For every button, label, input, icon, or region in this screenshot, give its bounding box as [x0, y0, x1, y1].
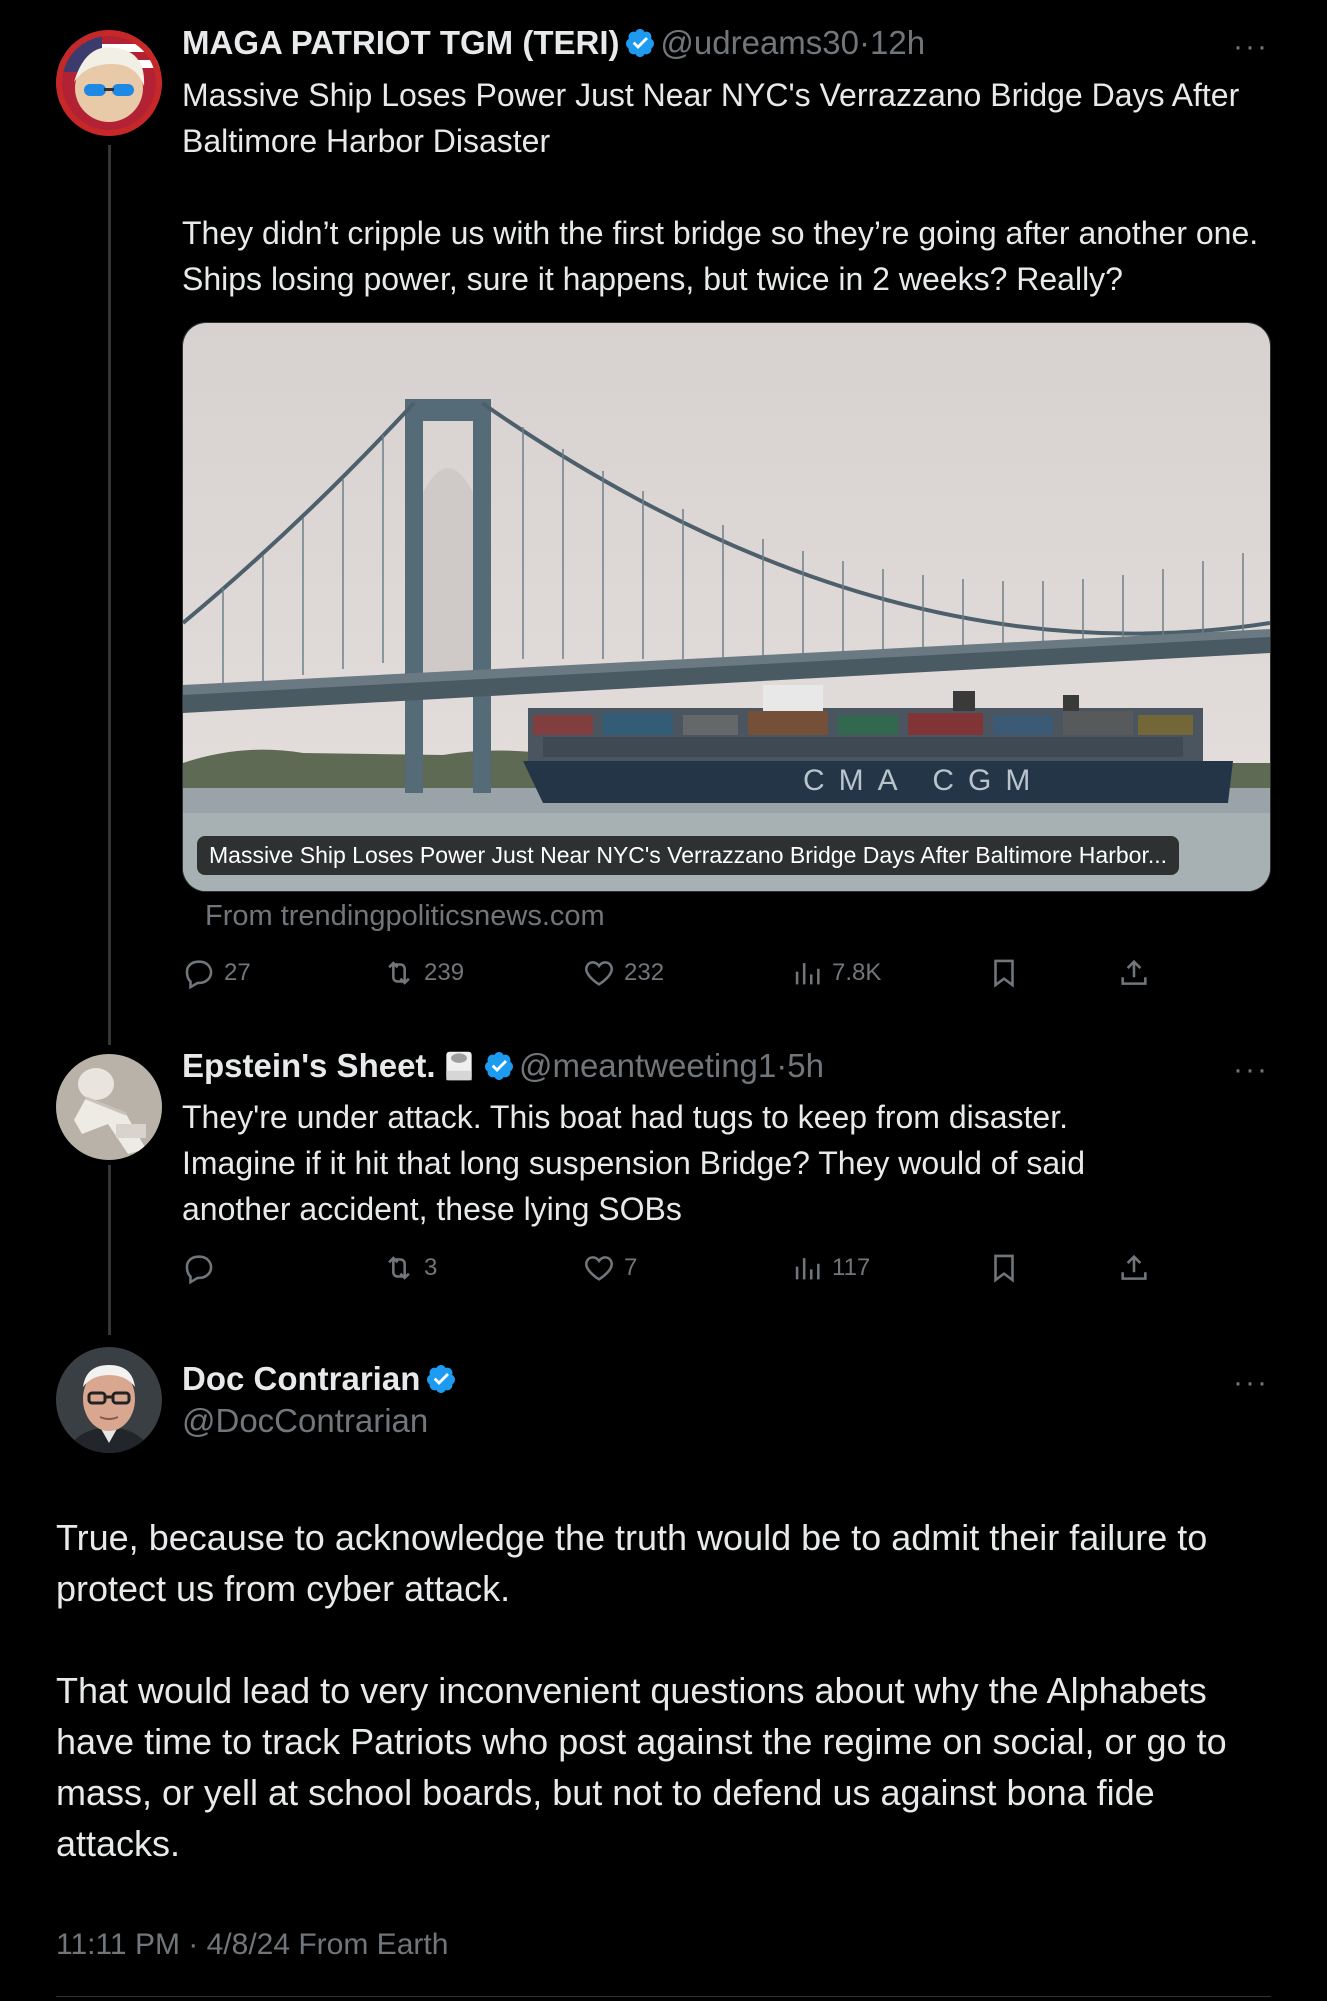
tweet-header: Epstein's Sheet. @meantweeting1·5h: [182, 1047, 824, 1085]
views-chart-icon: [795, 1258, 820, 1280]
main-tweet-text: True, because to acknowledge the truth w…: [56, 1512, 1256, 1869]
author-name[interactable]: Doc Contrarian: [182, 1360, 420, 1397]
author-name[interactable]: MAGA PATRIOT TGM (TERI): [182, 24, 620, 61]
reply-count: 27: [224, 959, 251, 986]
reply-button[interactable]: [182, 1251, 224, 1285]
more-options-icon[interactable]: ···: [1233, 1053, 1269, 1087]
views-button[interactable]: 117: [790, 1251, 870, 1285]
author-handle[interactable]: @DocContrarian: [182, 1402, 428, 1440]
ship-lettering: CMA CGM: [803, 764, 1044, 797]
view-count: 117: [832, 1254, 871, 1281]
thread-connector: [108, 145, 111, 1045]
share-icon: [1121, 1254, 1147, 1280]
main-author: Doc Contrarian: [182, 1360, 457, 1398]
action-bar: 27 239 232 7.8K: [182, 956, 1182, 996]
bookmark-icon: [994, 959, 1014, 988]
view-count: 7.8K: [832, 959, 882, 986]
like-button[interactable]: 232: [582, 956, 664, 990]
verified-badge-icon: [426, 1365, 455, 1393]
link-card-image[interactable]: CMA CGM Massive Ship Loses Power Just Ne…: [182, 322, 1271, 892]
like-button[interactable]: 7: [582, 1251, 637, 1285]
reply-icon: [185, 960, 213, 990]
tweet-text: They're under attack. This boat had tugs…: [182, 1099, 1086, 1227]
post-timestamp[interactable]: 11:11 PM · 4/8/24 From Earth: [56, 1928, 448, 1962]
share-icon: [1121, 959, 1147, 985]
avatar[interactable]: [56, 30, 162, 136]
heart-icon: [585, 1256, 613, 1281]
repost-count: 3: [424, 1254, 438, 1281]
separator: ·: [859, 24, 871, 61]
card-headline[interactable]: Massive Ship Loses Power Just Near NYC's…: [197, 836, 1180, 875]
avatar[interactable]: [56, 1054, 162, 1160]
bookmark-button[interactable]: [987, 1251, 1021, 1285]
share-button[interactable]: [1117, 1251, 1151, 1285]
author-handle[interactable]: @udreams30: [660, 24, 859, 61]
timestamp[interactable]: 12h: [870, 24, 925, 61]
reply-icon: [185, 1255, 213, 1285]
divider: [56, 1996, 1271, 1997]
views-button[interactable]: 7.8K: [790, 956, 881, 990]
repost-icon: [388, 961, 410, 985]
tweet-paragraph: That would lead to very inconvenient que…: [56, 1670, 1227, 1864]
more-options-icon[interactable]: ···: [1233, 1366, 1269, 1400]
reply-button[interactable]: 27: [182, 956, 251, 990]
verified-badge-icon: [625, 29, 654, 57]
bookmark-icon: [994, 1254, 1014, 1283]
repost-count: 239: [424, 959, 465, 986]
timestamp[interactable]: 5h: [787, 1047, 824, 1084]
separator: ·: [776, 1047, 788, 1084]
card-source[interactable]: From trendingpoliticsnews.com: [205, 900, 605, 933]
repost-button[interactable]: 3: [382, 1251, 437, 1285]
like-count: 7: [624, 1254, 638, 1281]
verified-badge-icon: [484, 1052, 513, 1080]
like-count: 232: [624, 959, 665, 986]
tweet-header: MAGA PATRIOT TGM (TERI) @udreams30·12h: [182, 24, 925, 62]
toilet-paper-emoji-icon: [446, 1051, 472, 1081]
heart-icon: [585, 961, 613, 986]
repost-icon: [388, 1256, 410, 1280]
action-bar: 3 7 117: [182, 1251, 1182, 1291]
share-button[interactable]: [1117, 956, 1151, 990]
author-name[interactable]: Epstein's Sheet.: [182, 1047, 436, 1084]
thread-connector: [108, 1165, 111, 1335]
tweet-text: Massive Ship Loses Power Just Near NYC's…: [182, 77, 1259, 297]
tweet-paragraph: True, because to acknowledge the truth w…: [56, 1517, 1208, 1609]
repost-button[interactable]: 239: [382, 956, 464, 990]
more-options-icon[interactable]: ···: [1233, 30, 1269, 64]
avatar[interactable]: [56, 1347, 162, 1453]
author-handle[interactable]: @meantweeting1: [519, 1047, 776, 1084]
views-chart-icon: [795, 963, 820, 985]
bookmark-button[interactable]: [987, 956, 1021, 990]
